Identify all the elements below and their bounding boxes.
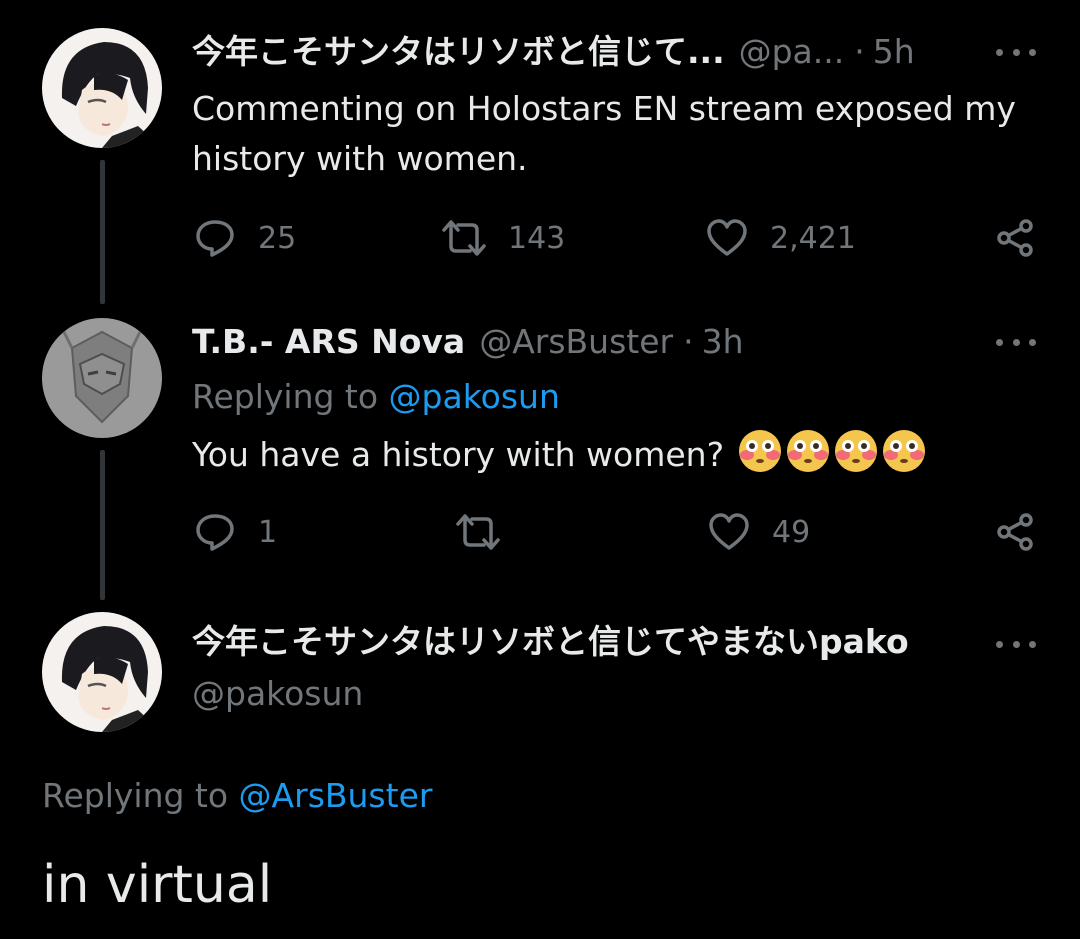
heart-icon bbox=[707, 219, 747, 256]
thread-line bbox=[100, 160, 105, 304]
tweet1-retweet-count: 143 bbox=[508, 220, 566, 256]
avatar-image bbox=[42, 28, 162, 148]
retweet-icon bbox=[442, 220, 486, 256]
tweet3-replying-to: Replying to @ArsBuster bbox=[42, 776, 432, 816]
tweet2-reply-button[interactable]: 1 bbox=[194, 512, 277, 552]
replying-prefix: Replying to bbox=[42, 776, 229, 815]
tweet2-replying-to: Replying to @pakosun bbox=[192, 377, 560, 417]
thread-line bbox=[100, 450, 105, 600]
flushed-face-emoji-icon bbox=[882, 430, 925, 472]
mention-link[interactable]: @ArsBuster bbox=[239, 776, 433, 815]
reply-icon bbox=[196, 220, 234, 257]
tweet2-more-icon[interactable] bbox=[996, 332, 1036, 352]
tweet1-like-button[interactable]: 2,421 bbox=[706, 218, 856, 258]
tweet1-more-icon[interactable] bbox=[996, 42, 1036, 62]
tweet1-share-button[interactable] bbox=[996, 218, 1036, 258]
tweet1-header: 今年こそサンタはリソボと信じて... @pa... · 5h bbox=[192, 32, 915, 72]
tweet2-header: T.B.- ARS Nova @ArsBuster · 3h bbox=[192, 322, 744, 362]
avatar-pakosun[interactable] bbox=[42, 612, 162, 732]
flushed-face-emoji-icon bbox=[834, 430, 877, 472]
tweet2-reply-count: 1 bbox=[258, 514, 278, 550]
tweet1-text: Commenting on Holostars EN stream expose… bbox=[192, 89, 1016, 178]
tweet1-like-count: 2,421 bbox=[770, 220, 856, 256]
tweet2-body: You have a history with women? bbox=[192, 428, 1022, 480]
avatar-pakosun[interactable] bbox=[42, 28, 162, 148]
avatar-arsbuster[interactable] bbox=[42, 318, 162, 438]
avatar-image bbox=[42, 612, 162, 732]
tweet1-reply-count: 25 bbox=[258, 220, 297, 256]
tweet3-handle[interactable]: @pakosun bbox=[192, 674, 363, 714]
tweet2-like-count: 49 bbox=[772, 514, 811, 550]
flushed-face-emoji-icon bbox=[738, 430, 781, 472]
avatar-image bbox=[42, 318, 162, 438]
flushed-face-emoji-icon bbox=[786, 430, 829, 472]
tweet2-text: You have a history with women? bbox=[192, 435, 725, 474]
tweet2-like-button[interactable]: 49 bbox=[708, 512, 810, 552]
separator-dot: · bbox=[683, 322, 694, 361]
tweet-thread: 今年こそサンタはリソボと信じて... @pa... · 5h Commentin… bbox=[0, 0, 1080, 939]
tweet2-time[interactable]: 3h bbox=[702, 322, 744, 362]
tweet1-retweet-button[interactable]: 143 bbox=[440, 218, 565, 258]
tweet3-more-icon[interactable] bbox=[996, 634, 1036, 654]
share-icon bbox=[997, 513, 1033, 551]
tweet1-reply-button[interactable]: 25 bbox=[194, 218, 296, 258]
tweet2-retweet-button[interactable] bbox=[454, 512, 524, 552]
heart-icon bbox=[709, 513, 749, 550]
tweet2-share-button[interactable] bbox=[996, 512, 1036, 552]
tweet1-display-name[interactable]: 今年こそサンタはリソボと信じて... bbox=[192, 32, 725, 72]
reply-icon bbox=[196, 514, 234, 551]
share-icon bbox=[997, 219, 1033, 257]
separator-dot: · bbox=[854, 32, 865, 71]
replying-prefix: Replying to bbox=[192, 377, 379, 416]
tweet2-handle[interactable]: @ArsBuster bbox=[479, 322, 673, 362]
tweet2-display-name[interactable]: T.B.- ARS Nova bbox=[192, 322, 465, 362]
tweet1-time[interactable]: 5h bbox=[873, 32, 915, 72]
retweet-icon bbox=[456, 514, 500, 550]
tweet3-text: in virtual bbox=[42, 855, 273, 915]
mention-link[interactable]: @pakosun bbox=[389, 377, 560, 416]
tweet3-display-name[interactable]: 今年こそサンタはリソボと信じてやまないpako bbox=[192, 622, 909, 662]
tweet1-handle[interactable]: @pa... bbox=[739, 32, 845, 72]
